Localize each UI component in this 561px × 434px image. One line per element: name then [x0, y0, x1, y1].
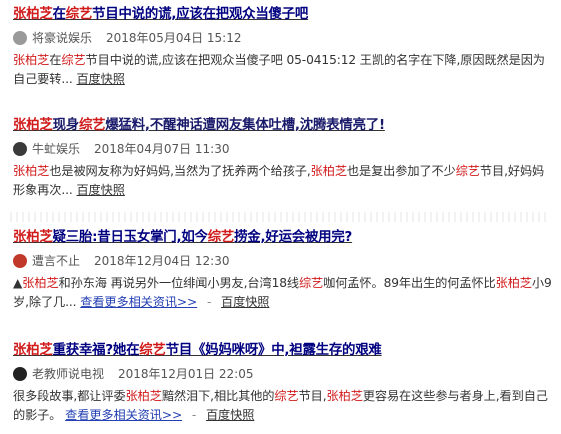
more-news-link[interactable]: 查看更多相关资讯>> [80, 295, 197, 309]
snippet-keyword: 张柏芝 [326, 389, 363, 403]
search-result-4: 张柏芝重获幸福?她在综艺节目《妈妈咪呀》中,袒露生存的艰难 老教师说电视 201… [13, 342, 555, 425]
separator-dot: - [191, 408, 197, 422]
snippet-keyword: 综艺 [298, 276, 324, 290]
separator [10, 212, 550, 222]
publish-date: 2018年12月04日 12:30 [94, 254, 230, 268]
more-news-link[interactable]: 查看更多相关资讯>> [65, 408, 182, 422]
title-keyword: 张柏芝 [13, 230, 53, 245]
search-result-1: 张柏芝在综艺节目中说的谎,应该在把观众当傻子吧 将豪说娱乐 2018年05月04… [13, 6, 555, 89]
snippet-keyword: 综艺 [61, 53, 86, 67]
snippet-text: ▲ [13, 276, 23, 290]
result-title[interactable]: 张柏芝在综艺节目中说的谎,应该在把观众当傻子吧 [13, 6, 555, 24]
title-keyword: 综艺 [78, 118, 106, 133]
title-keyword: 综艺 [139, 343, 166, 358]
title-text: 疑三胎:昔日玉女掌门,如今 [52, 230, 208, 245]
source-avatar-icon [13, 254, 27, 268]
publish-date: 2018年04月07日 11:30 [94, 142, 230, 156]
baidu-snapshot-link[interactable]: 百度快照 [206, 408, 254, 422]
result-meta: 老教师说电视 2018年12月01日 22:05 [13, 366, 555, 382]
result-snippet: ▲张柏芝和孙东海 再说另外一位绯闻小男友,台湾18线综艺咖何孟怀。89年出生的何… [13, 274, 555, 312]
source-avatar-icon [13, 367, 27, 381]
title-keyword: 张柏芝 [13, 7, 53, 22]
title-text: 现身 [52, 118, 80, 133]
snippet-keyword: 综艺 [455, 164, 480, 178]
title-keyword: 综艺 [207, 230, 235, 245]
search-result-3: 张柏芝疑三胎:昔日玉女掌门,如今综艺捞金,好运会被用完? 遭言不止 2018年1… [13, 229, 555, 312]
source-avatar-icon [13, 31, 27, 45]
source-name: 将豪说娱乐 [32, 31, 93, 45]
publish-date: 2018年05月04日 15:12 [106, 31, 242, 45]
snippet-keyword: 张柏芝 [22, 276, 59, 290]
source-name: 遭言不止 [32, 254, 81, 268]
snippet-keyword: 张柏芝 [125, 389, 162, 403]
title-keyword: 综艺 [65, 7, 93, 22]
result-snippet: 张柏芝也是被网友称为好妈妈,当然为了抚养两个给孩子,张柏芝也是复出参加了不少综艺… [13, 162, 555, 200]
snippet-text: 也是被网友称为好妈妈,当然为了抚养两个给孩子, [49, 164, 311, 178]
title-text: 节目中说的谎,应该在把观众当傻子吧 [92, 7, 309, 22]
result-title[interactable]: 张柏芝疑三胎:昔日玉女掌门,如今综艺捞金,好运会被用完? [13, 229, 555, 247]
snippet-text: 咖何孟怀。89年出生的何孟怀比 [323, 276, 496, 290]
publish-date: 2018年12月01日 22:05 [118, 367, 254, 381]
result-meta: 遭言不止 2018年12月04日 12:30 [13, 253, 555, 269]
result-snippet: 张柏芝在综艺节目中说的谎,应该在把观众当傻子吧 05-0415:12 王凯的名字… [13, 51, 555, 89]
title-keyword: 张柏芝 [13, 118, 53, 133]
result-snippet: 很多段故事,都让评委张柏芝黯然泪下,相比其他的综艺节目,张柏芝更容易在这些参与者… [13, 387, 555, 425]
snippet-keyword: 张柏芝 [13, 164, 50, 178]
title-text: 爆猛料,不醒神话遭网友集体吐槽,沈腾表情亮了! [105, 118, 385, 133]
title-text: 重获幸福?她在 [52, 343, 140, 358]
baidu-snapshot-link[interactable]: 百度快照 [76, 183, 124, 197]
title-text: 在 [52, 7, 66, 22]
result-title[interactable]: 张柏芝重获幸福?她在综艺节目《妈妈咪呀》中,袒露生存的艰难 [13, 342, 555, 360]
source-avatar-icon [13, 142, 27, 156]
search-result-2: 张柏芝现身综艺爆猛料,不醒神话遭网友集体吐槽,沈腾表情亮了! 牛虻娱乐 2018… [13, 117, 555, 200]
result-title[interactable]: 张柏芝现身综艺爆猛料,不醒神话遭网友集体吐槽,沈腾表情亮了! [13, 117, 555, 135]
result-meta: 牛虻娱乐 2018年04月07日 11:30 [13, 141, 555, 157]
title-text: 节目《妈妈咪呀》中,袒露生存的艰难 [165, 343, 382, 358]
snippet-text: 黯然泪下,相比其他的 [161, 389, 275, 403]
snippet-text: 节目, [298, 389, 327, 403]
title-keyword: 张柏芝 [13, 343, 53, 358]
title-text: 捞金,好运会被用完? [234, 230, 353, 245]
snippet-text: 和孙东海 再说另外一位绯闻小男友,台湾18线 [58, 276, 300, 290]
source-name: 老教师说电视 [32, 367, 105, 381]
snippet-text: 也是复出参加了不少 [346, 164, 456, 178]
snippet-text: 在 [49, 53, 62, 67]
result-meta: 将豪说娱乐 2018年05月04日 15:12 [13, 30, 555, 46]
separator-dot: - [206, 295, 212, 309]
snippet-keyword: 张柏芝 [13, 53, 50, 67]
source-name: 牛虻娱乐 [32, 142, 81, 156]
snippet-text: 很多段故事,都让评委 [13, 389, 126, 403]
snippet-keyword: 张柏芝 [310, 164, 347, 178]
snippet-keyword: 综艺 [274, 389, 299, 403]
snippet-keyword: 张柏芝 [495, 276, 532, 290]
baidu-snapshot-link[interactable]: 百度快照 [76, 72, 124, 86]
baidu-snapshot-link[interactable]: 百度快照 [221, 295, 269, 309]
